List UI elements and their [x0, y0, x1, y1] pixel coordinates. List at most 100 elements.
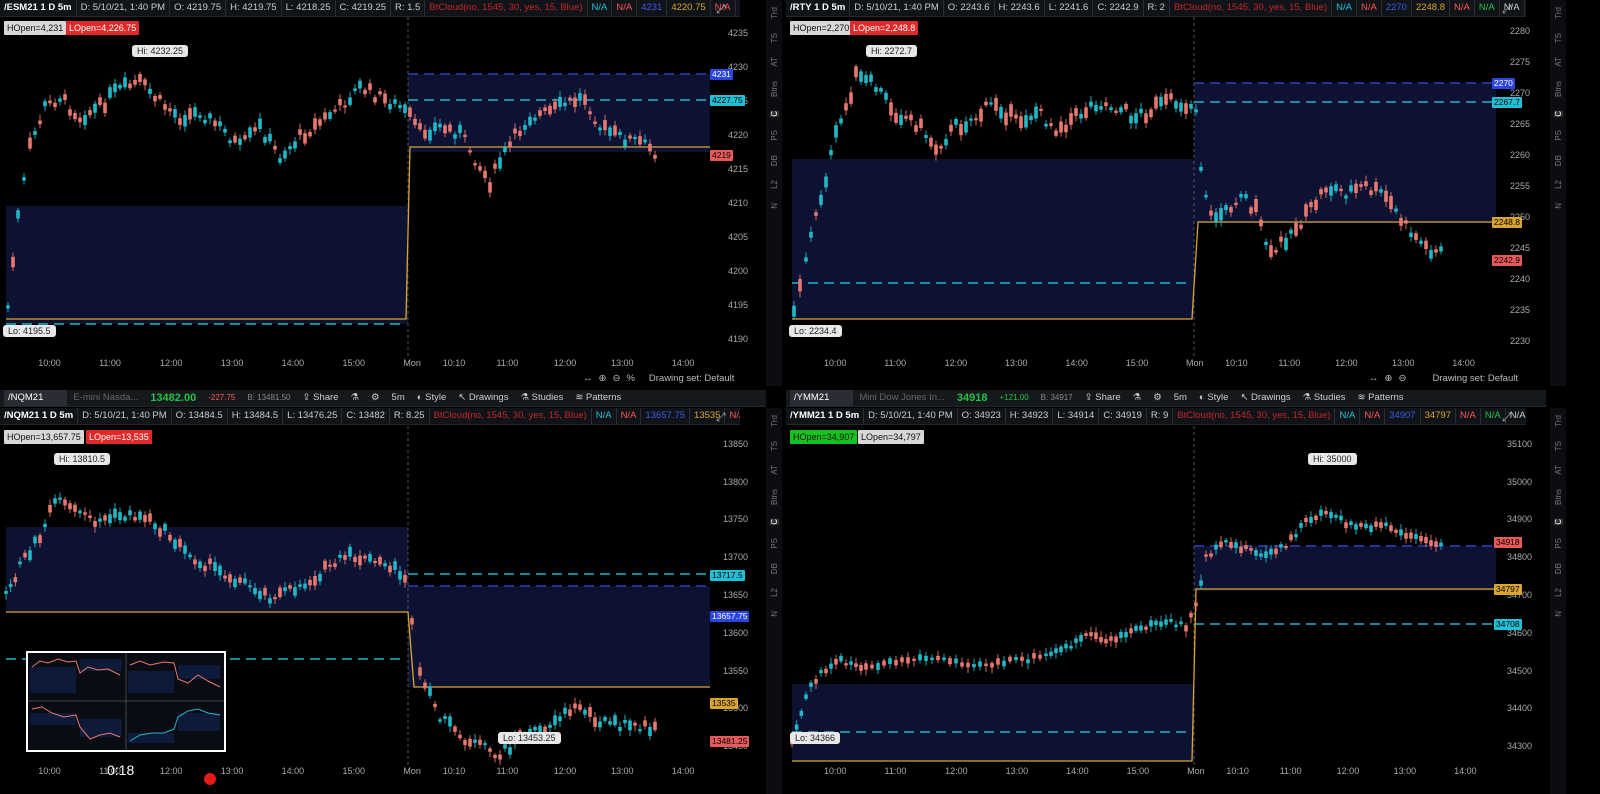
study-label[interactable]: BtCloud(no, 1545, 30, yes, 15, Blue) [1170, 0, 1333, 16]
candle [228, 574, 232, 583]
gear-icon[interactable]: ⚙ [365, 390, 386, 406]
sidebar-tab-ps[interactable]: PS [1554, 130, 1563, 141]
sidebar-tab-btns[interactable]: Btns [1554, 489, 1563, 505]
studies-button[interactable]: ⚗ Studies [514, 390, 569, 406]
settings-icon[interactable]: ⤢ [716, 410, 730, 424]
pan-icon[interactable]: ↔ [1366, 373, 1382, 384]
price-chart[interactable] [786, 426, 1498, 766]
patterns-button[interactable]: ≋ Patterns [569, 390, 627, 406]
sidebar-tab-n[interactable]: N [1554, 203, 1563, 209]
sidebar-tab-at[interactable]: AT [770, 57, 779, 67]
candle [1419, 535, 1423, 542]
candle [343, 555, 347, 560]
sidebar-tab-ts[interactable]: TS [770, 441, 779, 451]
settings-icon[interactable]: ⤢ [1502, 2, 1516, 16]
symbol-selector[interactable]: /YMM21 [790, 390, 854, 406]
sidebar-tab-trd[interactable]: Trd [770, 415, 779, 427]
share-button[interactable]: ⇪ Share [1079, 390, 1127, 406]
flask-icon[interactable]: ⚗ [1127, 390, 1148, 406]
sidebar-tab-l2[interactable]: L2 [1554, 588, 1563, 597]
sidebar-tab-trd[interactable]: Trd [1554, 415, 1563, 427]
candle [553, 101, 557, 110]
price-tick: 2260 [1509, 150, 1530, 161]
sidebar-tab-at[interactable]: AT [1554, 465, 1563, 475]
drawing-set-label[interactable]: Drawing set: Default [646, 373, 738, 384]
sidebar-tab-c[interactable]: C [1553, 518, 1563, 525]
sidebar-tab-db[interactable]: DB [1554, 563, 1563, 574]
study-label[interactable]: BtCloud(no, 1545, 30, yes, 15, Blue) [425, 0, 588, 16]
sidebar-tab-c[interactable]: C [769, 518, 779, 525]
sidebar-tab-db[interactable]: DB [770, 563, 779, 574]
sidebar-tab-btns[interactable]: Btns [770, 489, 779, 505]
study-label[interactable]: BtCloud(no, 1545, 30, yes, 15, Blue) [430, 408, 592, 424]
zoom-icon[interactable]: ⊖ [609, 373, 623, 384]
chart-panel-rty: /RTY 1 D 5m D: 5/10/21, 1:40 PM O: 2243.… [786, 0, 1600, 386]
sidebar-tab-ts[interactable]: TS [1554, 33, 1563, 43]
sidebar-tab-l2[interactable]: L2 [770, 180, 779, 189]
sidebar-tab-at[interactable]: AT [1554, 57, 1563, 67]
candle [573, 97, 577, 107]
price-chart[interactable] [786, 17, 1496, 357]
symbol-label[interactable]: /NQM21 1 D 5m [0, 408, 79, 424]
time-tick: 14:00 [281, 358, 305, 368]
price-chart[interactable] [0, 17, 716, 357]
sidebar-tab-l2[interactable]: L2 [770, 588, 779, 597]
candle [593, 121, 597, 125]
settings-icon[interactable]: ⤢ [716, 2, 730, 16]
settings-icon[interactable]: ⤢ [1502, 410, 1516, 424]
sidebar-tab-c[interactable]: C [769, 110, 779, 117]
study-label[interactable]: BtCloud(no, 1545, 30, yes, 15, Blue) [1173, 408, 1336, 424]
style-button[interactable]: ◐ Style [1193, 390, 1235, 406]
timeframe-button[interactable]: 5m [1168, 390, 1193, 406]
sidebar-tab-ts[interactable]: TS [770, 33, 779, 43]
candle [398, 571, 402, 580]
sidebar-tab-n[interactable]: N [770, 203, 779, 209]
sidebar-tab-at[interactable]: AT [770, 465, 779, 475]
symbol-label[interactable]: /ESM21 1 D 5m [0, 0, 77, 16]
price-axis[interactable]: 2280227522702265226022552250224522402235… [1492, 17, 1532, 357]
crosshair-icon[interactable]: ⊕ [596, 373, 610, 384]
gear-icon[interactable]: ⚙ [1147, 390, 1168, 406]
drawings-button[interactable]: ↖ Drawings [452, 390, 514, 406]
sidebar-tab-n[interactable]: N [1554, 611, 1563, 617]
sidebar-tab-trd[interactable]: Trd [1554, 7, 1563, 19]
zoom-icon[interactable]: ⊖ [1395, 373, 1409, 384]
symbol-selector[interactable]: /NQM21 [4, 390, 68, 406]
flask-icon[interactable]: ⚗ [344, 390, 365, 406]
symbol-label[interactable]: /YMM21 1 D 5m [786, 408, 865, 424]
sidebar-tab-db[interactable]: DB [1554, 155, 1563, 166]
time-axis[interactable]: 10:00 11:00 12:00 13:00 14:00 15:00 Mon 10:10 11… [786, 358, 1496, 372]
sidebar-tab-ts[interactable]: TS [1554, 441, 1563, 451]
time-axis[interactable]: 10:00 11:00 12:00 13:00 14:00 15:00 Mon 10:10 11… [786, 766, 1498, 780]
patterns-button[interactable]: ≋ Patterns [1352, 390, 1410, 406]
sidebar-tab-btns[interactable]: Btns [1554, 81, 1563, 97]
sidebar-tab-ps[interactable]: PS [770, 538, 779, 549]
timeframe-button[interactable]: 5m [386, 390, 411, 406]
hopen-value: 4231 [637, 0, 668, 16]
sidebar-tab-trd[interactable]: Trd [770, 7, 779, 19]
crosshair-icon[interactable]: ⊕ [1382, 373, 1396, 384]
drawings-button[interactable]: ↖ Drawings [1234, 390, 1296, 406]
studies-button[interactable]: ⚗ Studies [1297, 390, 1352, 406]
time-axis[interactable]: 10:00 11:00 12:00 13:00 14:00 15:00 Mon 10:10 11… [0, 358, 716, 372]
sidebar-tab-ps[interactable]: PS [1554, 538, 1563, 549]
candle [966, 662, 970, 668]
share-button[interactable]: ⇪ Share [297, 390, 345, 406]
video-thumbnail[interactable] [26, 651, 226, 752]
sidebar-tab-btns[interactable]: Btns [770, 81, 779, 97]
price-axis[interactable]: 35100 35000 34900 34800 34700 34600 34500 34400… [1494, 426, 1534, 766]
price-axis[interactable]: 4235423042254220421542104205420041954190… [710, 17, 750, 357]
sidebar-tab-db[interactable]: DB [770, 155, 779, 166]
pan-icon[interactable]: ↔ [580, 373, 596, 384]
sidebar-tab-n[interactable]: N [770, 611, 779, 617]
sidebar-tab-c[interactable]: C [1553, 110, 1563, 117]
sidebar-tab-l2[interactable]: L2 [1554, 180, 1563, 189]
candle [1002, 660, 1006, 667]
price-axis[interactable]: 1385013800137501370013650136001355013500… [710, 426, 750, 766]
sidebar-tab-ps[interactable]: PS [770, 130, 779, 141]
drawing-set-label[interactable]: Drawing set: Default [1429, 373, 1521, 384]
candle [874, 87, 878, 92]
symbol-label[interactable]: /RTY 1 D 5m [786, 0, 851, 16]
percent-icon[interactable]: % [623, 373, 637, 384]
style-button[interactable]: ◐ Style [411, 390, 453, 406]
